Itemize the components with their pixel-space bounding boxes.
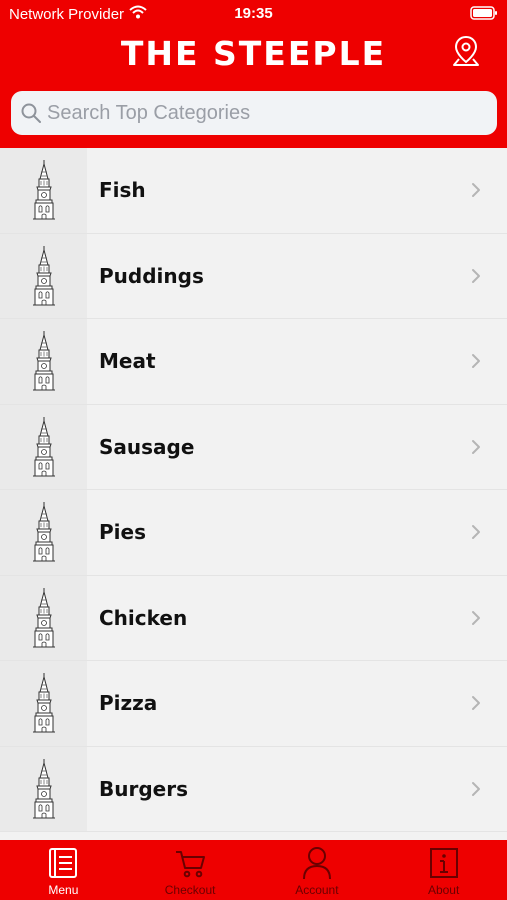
category-row[interactable]: Puddings [0, 233, 507, 319]
category-label: Pizza [99, 691, 158, 716]
category-row[interactable]: Pies [0, 490, 507, 576]
tab-label: Account [295, 883, 339, 897]
tab-checkout[interactable]: Checkout [127, 840, 254, 900]
category-label: Burgers [99, 776, 188, 801]
search-input[interactable] [47, 101, 467, 125]
category-label: Puddings [99, 263, 204, 288]
chevron-right-icon [471, 353, 481, 369]
category-label: Meat [99, 349, 156, 374]
category-list: Fish Puddings Meat Sausage Pies Chicken … [0, 148, 507, 840]
cart-icon [174, 846, 206, 880]
app-title: THE STEEPLE [120, 34, 387, 73]
tab-label: About [427, 883, 460, 897]
search-icon [21, 103, 41, 123]
tab-label: Checkout [164, 883, 216, 897]
steeple-thumbnail [0, 661, 87, 746]
tab-about[interactable]: About [380, 840, 507, 900]
category-row[interactable]: Meat [0, 319, 507, 405]
tab-bar: Menu Checkout Account About [0, 840, 507, 900]
category-label: Sausage [99, 434, 195, 459]
app-header: Network Provider 19:35 THE STEEPLE [0, 0, 507, 148]
chevron-right-icon [471, 524, 481, 540]
category-row[interactable]: Chicken [0, 575, 507, 661]
category-row[interactable]: Burgers [0, 746, 507, 832]
info-icon [429, 846, 459, 880]
steeple-thumbnail [0, 233, 87, 318]
category-row[interactable]: Fish [0, 148, 507, 234]
steeple-thumbnail [0, 404, 87, 489]
chevron-right-icon [471, 268, 481, 284]
chevron-right-icon [471, 695, 481, 711]
category-label: Chicken [99, 605, 188, 630]
status-time: 19:35 [234, 5, 273, 22]
tab-menu[interactable]: Menu [0, 840, 127, 900]
chevron-right-icon [471, 781, 481, 797]
menu-book-icon [48, 846, 78, 880]
category-label: Pies [99, 520, 146, 545]
steeple-thumbnail [0, 575, 87, 660]
search-bar[interactable] [11, 91, 497, 135]
person-icon [302, 846, 332, 880]
category-row[interactable]: Pizza [0, 661, 507, 747]
category-label: Fish [99, 178, 146, 203]
map-pin-icon [451, 35, 481, 72]
chevron-right-icon [471, 182, 481, 198]
chevron-right-icon [471, 439, 481, 455]
steeple-thumbnail [0, 746, 87, 831]
location-button[interactable] [449, 35, 483, 72]
steeple-thumbnail [0, 490, 87, 575]
status-bar: Network Provider 19:35 [0, 0, 507, 28]
category-row[interactable]: Sausage [0, 404, 507, 490]
steeple-thumbnail [0, 319, 87, 404]
tab-label: Menu [48, 883, 79, 897]
steeple-thumbnail [0, 148, 87, 233]
chevron-right-icon [471, 610, 481, 626]
battery-icon [470, 6, 498, 24]
tab-account[interactable]: Account [254, 840, 381, 900]
